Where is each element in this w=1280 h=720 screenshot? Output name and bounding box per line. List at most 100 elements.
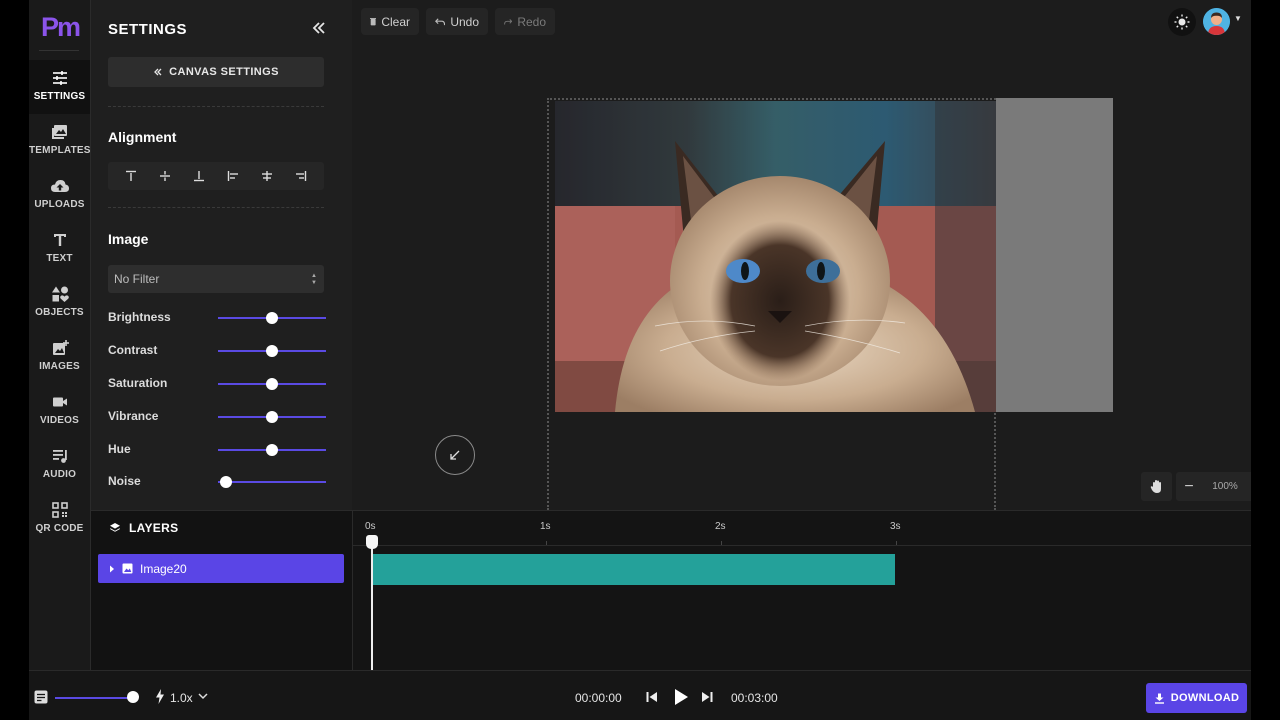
canvas-background[interactable] (996, 98, 1113, 412)
slider-track[interactable] (218, 481, 326, 483)
align-bottom-icon (194, 171, 204, 182)
nav-item-audio[interactable]: AUDIO (29, 438, 90, 492)
notes-button[interactable] (34, 690, 48, 704)
nav-item-label: OBJECTS (35, 307, 84, 318)
nav-item-objects[interactable]: OBJECTS (29, 276, 90, 330)
nav-item-label: QR CODE (35, 523, 84, 534)
nav-item-label: UPLOADS (34, 199, 85, 210)
skip-forward-button[interactable] (699, 689, 715, 705)
notes-icon (34, 690, 48, 704)
timeline-tick-label: 0s (365, 521, 376, 532)
zoom-in-button[interactable]: + (1248, 472, 1251, 501)
canvas-settings-button[interactable]: CANVAS SETTINGS (108, 57, 324, 87)
align-right-button[interactable] (291, 166, 311, 186)
playhead-handle[interactable] (366, 535, 378, 549)
speed-slider-knob[interactable] (127, 691, 139, 703)
skip-previous-icon (646, 692, 657, 702)
current-time: 00:00:00 (575, 691, 622, 705)
redo-button[interactable]: Redo (495, 8, 555, 35)
user-avatar[interactable] (1203, 8, 1230, 35)
app-logo: Pm (40, 12, 81, 42)
nav-item-uploads[interactable]: UPLOADS (29, 168, 90, 222)
contrast-slider[interactable]: Contrast (108, 341, 328, 361)
section-divider (108, 106, 324, 107)
align-horizontal-center-button[interactable] (257, 166, 277, 186)
video-icon (29, 393, 90, 411)
resize-cursor (435, 435, 475, 475)
qr-code-icon (29, 501, 90, 519)
nav-item-templates[interactable]: TEMPLATES (29, 114, 90, 168)
speed-slider-track[interactable] (55, 697, 133, 699)
nav-item-label: IMAGES (39, 361, 80, 372)
layer-item[interactable]: Image20 (98, 554, 344, 583)
cat-photo (555, 101, 996, 412)
slider-knob[interactable] (266, 378, 278, 390)
pan-tool-button[interactable] (1141, 472, 1172, 501)
nav-item-qr-code[interactable]: QR CODE (29, 492, 90, 546)
panel-title: SETTINGS (108, 21, 188, 38)
layers-title-label: LAYERS (129, 521, 179, 535)
image-title: Image (108, 231, 149, 247)
align-middle-icon (160, 171, 170, 181)
speed-label[interactable]: 1.0x (170, 691, 193, 705)
slider-knob[interactable] (266, 444, 278, 456)
align-top-button[interactable] (121, 166, 141, 186)
cat-image-layer[interactable] (555, 101, 996, 412)
undo-button[interactable]: Undo (426, 8, 488, 35)
redo-icon (504, 18, 513, 25)
play-button[interactable] (672, 687, 690, 707)
nav-item-images[interactable]: IMAGES (29, 330, 90, 384)
zoom-out-button[interactable]: − (1176, 472, 1202, 501)
download-label: DOWNLOAD (1170, 692, 1240, 704)
chevron-down-icon[interactable] (198, 689, 208, 708)
sun-icon (1174, 14, 1190, 30)
nav-item-label: TEMPLATES (29, 145, 91, 156)
noise-slider[interactable]: Noise (108, 472, 328, 492)
logo-divider (39, 50, 79, 51)
playhead-line[interactable] (371, 537, 373, 671)
editor-app: Pm SETTINGS TEMPLATES UPLOADS TEXT OBJEC… (29, 0, 1251, 720)
nav-item-label: AUDIO (42, 469, 77, 480)
brightness-slider[interactable]: Brightness (108, 308, 328, 328)
collapse-panel-button[interactable] (309, 18, 329, 38)
alignment-title: Alignment (108, 129, 177, 145)
align-bottom-button[interactable] (189, 166, 209, 186)
download-button[interactable]: DOWNLOAD (1146, 683, 1247, 713)
slider-label: Hue (108, 442, 131, 456)
align-left-button[interactable] (223, 166, 243, 186)
layer-name: Image20 (140, 561, 187, 576)
hand-icon (1150, 480, 1161, 493)
filter-select[interactable]: No Filter ▲ ▼ (108, 265, 324, 293)
music-icon (29, 447, 90, 465)
redo-label: Redo (517, 14, 546, 29)
bolt-icon (155, 689, 165, 709)
nav-item-label: SETTINGS (33, 91, 86, 102)
slider-label: Noise (108, 474, 141, 488)
timeline-clip[interactable] (372, 554, 895, 585)
slider-knob[interactable] (266, 411, 278, 423)
photo-library-icon (29, 123, 90, 141)
nav-item-text[interactable]: TEXT (29, 222, 90, 276)
slider-knob[interactable] (266, 312, 278, 324)
timeline[interactable]: 0s 1s 2s 3s (352, 510, 1251, 671)
vibrance-slider[interactable]: Vibrance (108, 407, 328, 427)
skip-next-icon (702, 692, 713, 702)
clear-button[interactable]: Clear (361, 8, 419, 35)
select-arrows-icon: ▲ ▼ (311, 273, 317, 286)
chevron-down-icon[interactable]: ▼ (1234, 14, 1242, 23)
total-time: 00:03:00 (731, 691, 778, 705)
hue-slider[interactable]: Hue (108, 440, 328, 460)
align-vertical-center-button[interactable] (155, 166, 175, 186)
zoom-level: 100% (1212, 481, 1238, 492)
slider-label: Saturation (108, 376, 168, 390)
skip-back-button[interactable] (644, 689, 660, 705)
saturation-slider[interactable]: Saturation (108, 374, 328, 394)
nav-item-settings[interactable]: SETTINGS (29, 60, 90, 114)
timeline-ruler (353, 545, 1251, 546)
sidebar-nav: Pm SETTINGS TEMPLATES UPLOADS TEXT OBJEC… (29, 0, 91, 670)
slider-knob[interactable] (220, 476, 232, 488)
download-icon (1154, 693, 1164, 704)
slider-knob[interactable] (266, 345, 278, 357)
nav-item-videos[interactable]: VIDEOS (29, 384, 90, 438)
theme-toggle-button[interactable] (1168, 8, 1196, 36)
